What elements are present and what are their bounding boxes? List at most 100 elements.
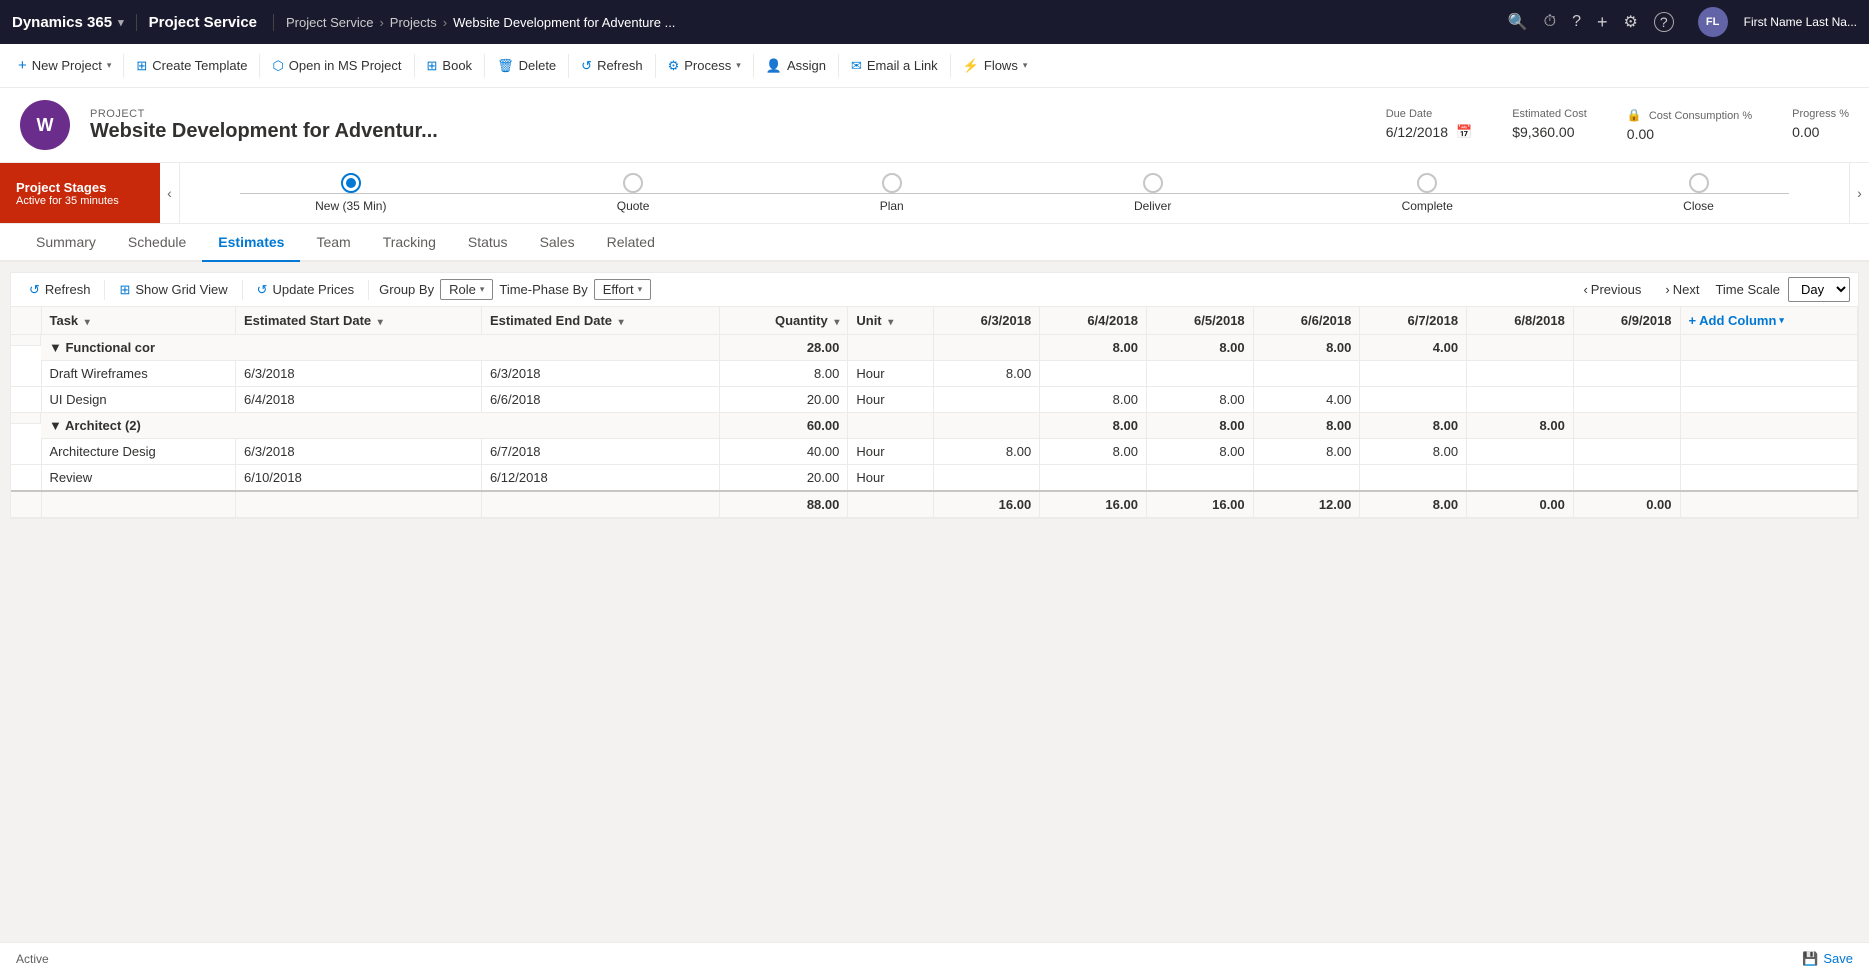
total-col_6_4: 16.00 (1040, 491, 1147, 518)
help-icon[interactable]: ? (1572, 13, 1581, 31)
row-checkbox[interactable] (11, 361, 41, 387)
stage-prev-button[interactable]: ‹ (160, 163, 180, 223)
user-avatar[interactable]: FL (1698, 7, 1728, 37)
search-icon[interactable]: 🔍 (1508, 12, 1528, 32)
open-ms-project-label: Open in MS Project (289, 58, 402, 73)
row-quantity: 20.00 (719, 465, 847, 492)
brand-dynamics365[interactable]: Dynamics 365 ▾ (12, 14, 137, 31)
stage-item-plan[interactable]: Plan (880, 173, 904, 213)
breadcrumb-item-2[interactable]: Projects (390, 15, 437, 30)
new-project-button[interactable]: + New Project ▾ (8, 44, 121, 88)
new-project-icon: + (18, 57, 27, 74)
group-name: ▼ Functional cor (41, 335, 719, 361)
next-icon: › (1665, 282, 1669, 297)
previous-button[interactable]: ‹ Previous (1575, 278, 1649, 301)
th-estimated-end-date[interactable]: Estimated End Date ▾ (481, 307, 719, 335)
flows-arrow-icon: ▾ (1023, 60, 1028, 71)
tab-schedule[interactable]: Schedule (112, 224, 202, 262)
row-checkbox[interactable] (11, 465, 41, 492)
total-col_6_6: 12.00 (1253, 491, 1360, 518)
stage-item-deliver[interactable]: Deliver (1134, 173, 1171, 213)
th-quantity[interactable]: Quantity ▾ (719, 307, 847, 335)
row-checkbox[interactable] (11, 387, 41, 413)
delete-button[interactable]: 🗑 Delete (487, 44, 566, 88)
row-add (1680, 361, 1857, 387)
stage-item-quote[interactable]: Quote (617, 173, 650, 213)
tab-team[interactable]: Team (300, 224, 366, 262)
tab-sales[interactable]: Sales (524, 224, 591, 262)
settings-recent-icon[interactable]: ⏱ (1544, 13, 1556, 31)
show-grid-view-button[interactable]: ⊞ Show Grid View (109, 278, 237, 302)
group-collapse[interactable] (11, 335, 41, 346)
tab-estimates[interactable]: Estimates (202, 224, 300, 262)
tabs-bar: Summary Schedule Estimates Team Tracking… (0, 224, 1869, 262)
row-unit: Hour (848, 387, 933, 413)
tab-tracking[interactable]: Tracking (367, 224, 452, 262)
th-6-8: 6/8/2018 (1467, 307, 1574, 335)
total-quantity: 88.00 (719, 491, 847, 518)
due-date-label: Due Date (1386, 108, 1472, 120)
total-label (41, 491, 236, 518)
cost-consumption-field: 🔒 Cost Consumption % 0.00 (1627, 108, 1752, 142)
stage-circle-plan (882, 173, 902, 193)
table-row[interactable]: UI Design 6/4/2018 6/6/2018 20.00 Hour 8… (11, 387, 1858, 413)
assign-button[interactable]: 👤 Assign (756, 44, 836, 88)
table-row[interactable]: Architecture Desig 6/3/2018 6/7/2018 40.… (11, 439, 1858, 465)
user-name[interactable]: First Name Last Na... (1744, 15, 1857, 29)
table-row[interactable]: Review 6/10/2018 6/12/2018 20.00 Hour (11, 465, 1858, 492)
update-prices-button[interactable]: ↺ Update Prices (247, 278, 365, 302)
project-stages-subtitle: Active for 35 minutes (16, 195, 144, 207)
open-ms-project-button[interactable]: ⬡ Open in MS Project (262, 44, 411, 88)
stage-item-close[interactable]: Close (1683, 173, 1714, 213)
process-button[interactable]: ⚙ Process ▾ (658, 44, 751, 88)
total-checkbox (11, 491, 41, 518)
gear-icon[interactable]: ⚙ (1623, 12, 1637, 32)
flows-icon: ⚡ (963, 58, 979, 74)
book-button[interactable]: ⊞ Book (417, 44, 483, 88)
estimates-refresh-button[interactable]: ↺ Refresh (19, 278, 100, 302)
time-scale-select[interactable]: Day (1788, 277, 1850, 302)
breadcrumb-sep-1: › (379, 15, 383, 30)
lock-icon: 🔒 (1627, 108, 1642, 122)
row-checkbox[interactable] (11, 439, 41, 465)
est-sep-3 (368, 280, 369, 300)
group-row[interactable]: ▼ Architect (2) 60.00 8.008.008.008.008.… (11, 413, 1858, 439)
stage-item-new[interactable]: New (35 Min) (315, 173, 386, 213)
flows-button[interactable]: ⚡ Flows ▾ (953, 44, 1038, 88)
previous-icon: ‹ (1583, 282, 1587, 297)
row-task: Architecture Desig (41, 439, 236, 465)
time-phase-label: Time-Phase By (493, 282, 593, 297)
calendar-icon[interactable]: 📅 (1456, 124, 1472, 140)
table-row[interactable]: Draft Wireframes 6/3/2018 6/3/2018 8.00 … (11, 361, 1858, 387)
th-add-column[interactable]: + Add Column ▾ (1680, 307, 1857, 335)
group-add (1680, 335, 1857, 361)
refresh-button[interactable]: ↺ Refresh (571, 44, 652, 88)
row-col_6_8 (1467, 465, 1574, 492)
group-col_6_8: 8.00 (1467, 413, 1574, 439)
save-button[interactable]: 💾 Save (1802, 951, 1853, 967)
th-6-7: 6/7/2018 (1360, 307, 1467, 335)
th-estimated-start-date[interactable]: Estimated Start Date ▾ (236, 307, 482, 335)
stage-next-button[interactable]: › (1849, 163, 1869, 223)
plus-icon[interactable]: + (1597, 12, 1608, 33)
row-col_6_5 (1146, 465, 1253, 492)
question-icon[interactable]: ? (1654, 12, 1674, 32)
total-unit (848, 491, 933, 518)
group-by-select[interactable]: Role ▾ (440, 279, 493, 300)
th-6-5: 6/5/2018 (1146, 307, 1253, 335)
next-button[interactable]: › Next (1657, 278, 1707, 301)
breadcrumb-item-1[interactable]: Project Service (286, 15, 373, 30)
email-link-button[interactable]: ✉ Email a Link (841, 44, 948, 88)
th-task[interactable]: Task ▾ (41, 307, 236, 335)
create-template-button[interactable]: ⊞ Create Template (126, 44, 257, 88)
tab-related[interactable]: Related (591, 224, 671, 262)
group-col_6_4: 8.00 (1040, 413, 1147, 439)
stage-item-complete[interactable]: Complete (1402, 173, 1453, 213)
tab-summary[interactable]: Summary (20, 224, 112, 262)
group-collapse[interactable] (11, 413, 41, 424)
group-row[interactable]: ▼ Functional cor 28.00 8.008.008.004.00 (11, 335, 1858, 361)
stage-circle-deliver (1143, 173, 1163, 193)
time-phase-select[interactable]: Effort ▾ (594, 279, 651, 300)
tab-status[interactable]: Status (452, 224, 524, 262)
th-unit[interactable]: Unit ▾ (848, 307, 933, 335)
